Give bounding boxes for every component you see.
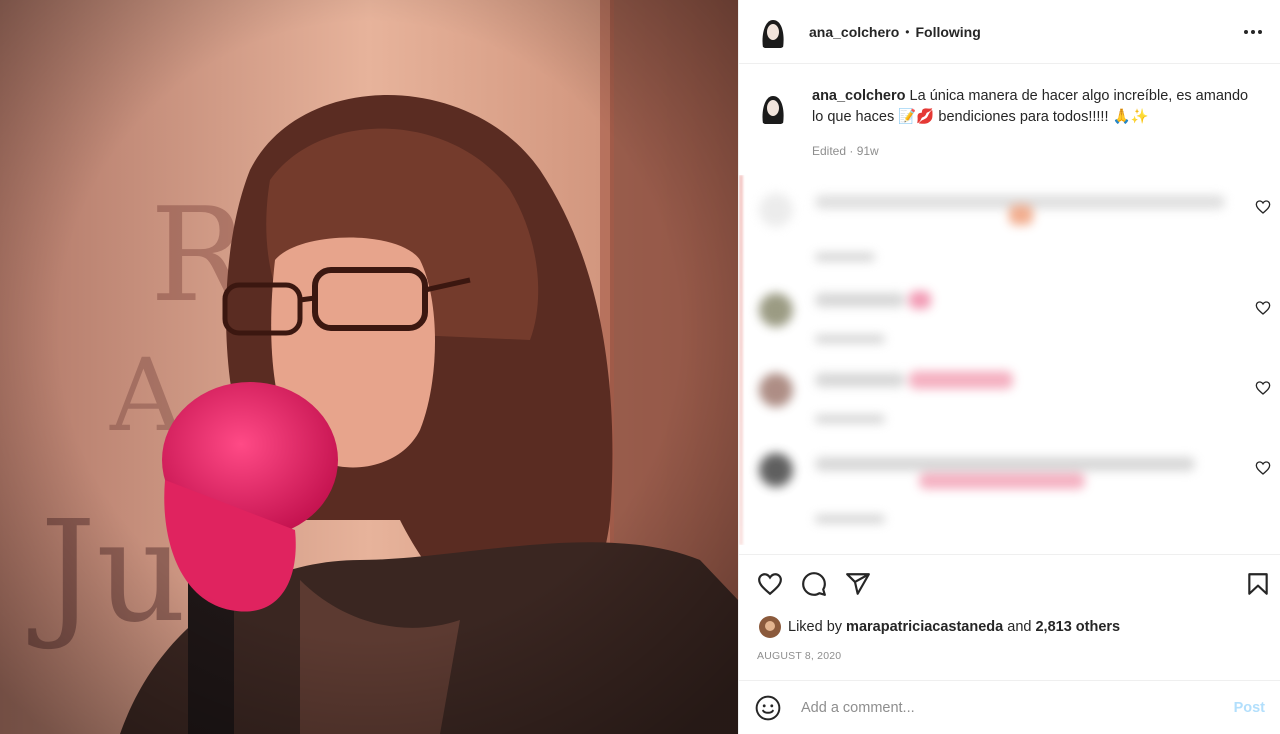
comment-like-icon[interactable] — [1255, 380, 1271, 396]
comment-item — [739, 175, 1280, 261]
comment-meta — [815, 335, 885, 343]
comment-avatar — [759, 193, 793, 227]
comment-item — [739, 435, 1280, 523]
comment-meta — [815, 515, 885, 523]
comment-meta — [815, 415, 885, 423]
add-comment-bar: Post — [739, 680, 1280, 734]
emoji-smile-icon[interactable] — [755, 695, 781, 721]
comment-item — [739, 275, 1280, 355]
comments-list[interactable] — [739, 175, 1280, 545]
separator-dot: • — [905, 24, 910, 39]
more-options-icon[interactable] — [1241, 20, 1265, 44]
comment-text — [815, 457, 1195, 471]
comment-avatar — [759, 453, 793, 487]
comment-avatar — [759, 293, 793, 327]
liked-by-user[interactable]: marapatriciacastaneda — [846, 619, 1003, 635]
comment-emoji — [909, 371, 1013, 389]
post-header: ana_colchero • Following — [739, 0, 1280, 64]
post-caption: ana_colchero La única manera de hacer al… — [755, 86, 1265, 158]
post-photo-illustration: R Ju A — [0, 0, 738, 734]
post-comment-button[interactable]: Post — [1234, 700, 1265, 716]
liked-by-prefix: Liked by — [788, 619, 843, 635]
liker-avatar[interactable] — [759, 616, 781, 638]
comment-emoji — [919, 473, 1085, 489]
comment-like-icon[interactable] — [1255, 199, 1271, 215]
liked-by-row: Liked by marapatriciacastaneda and 2,813… — [759, 616, 1120, 638]
author-avatar[interactable] — [755, 13, 791, 50]
comment-text — [815, 373, 905, 387]
caption-text-block: ana_colchero La única manera de hacer al… — [812, 86, 1262, 128]
likes-others-count[interactable]: 2,813 others — [1035, 619, 1120, 635]
comment-item — [739, 355, 1280, 435]
comment-avatar — [759, 373, 793, 407]
post-image[interactable]: R Ju A — [0, 0, 738, 734]
comment-meta — [815, 253, 875, 261]
comment-like-icon[interactable] — [1255, 460, 1271, 476]
liked-by-and: and — [1007, 619, 1032, 635]
comment-emoji — [1009, 205, 1033, 225]
post-actions — [739, 554, 1280, 612]
comment-emoji — [909, 291, 931, 309]
comment-icon[interactable] — [801, 571, 827, 597]
caption-avatar-image — [755, 90, 791, 126]
caption-meta: Edited · 91w — [812, 144, 879, 158]
comment-text — [815, 293, 905, 307]
post-date[interactable]: AUGUST 8, 2020 — [757, 650, 841, 662]
caption-avatar[interactable] — [755, 90, 791, 126]
comment-input[interactable] — [801, 699, 1234, 716]
following-button[interactable]: Following — [915, 24, 980, 40]
liker-avatar-image — [759, 616, 781, 638]
post-sidebar: ana_colchero • Following ana_colchero La… — [738, 0, 1280, 734]
bookmark-icon[interactable] — [1245, 571, 1271, 597]
author-username[interactable]: ana_colchero — [809, 24, 899, 40]
author-avatar-image — [755, 13, 791, 50]
paper-plane-icon[interactable] — [845, 571, 871, 597]
heart-icon[interactable] — [757, 571, 783, 597]
comment-like-icon[interactable] — [1255, 300, 1271, 316]
caption-username[interactable]: ana_colchero — [812, 88, 906, 104]
caption-body: ana_colchero La única manera de hacer al… — [812, 86, 1262, 158]
